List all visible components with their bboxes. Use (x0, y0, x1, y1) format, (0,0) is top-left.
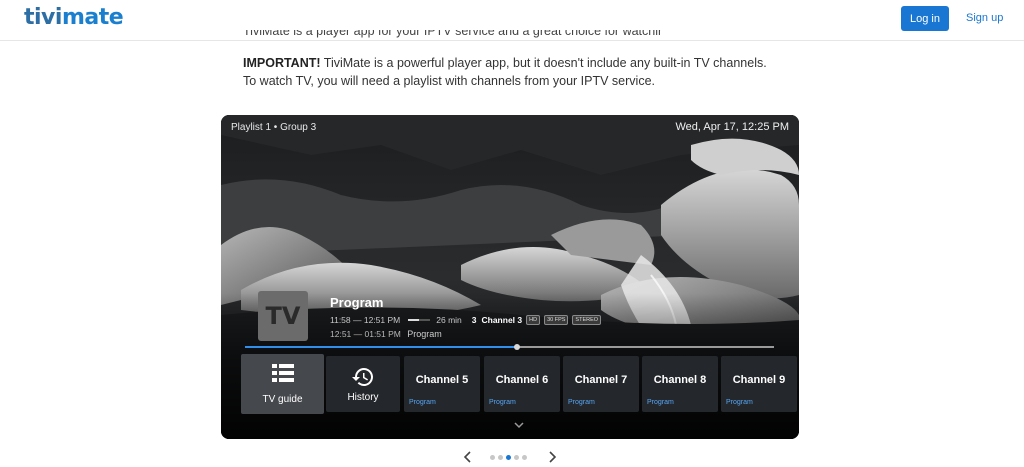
chevron-left-icon[interactable] (461, 450, 475, 464)
cropped-intro-line: TiviMate is a player app for your IPTV s… (243, 30, 663, 40)
program-progress-bar (408, 319, 431, 321)
fps-badge: 30 FPS (544, 315, 569, 325)
important-text: TiviMate is a powerful player app, but i… (243, 56, 767, 88)
hd-badge: HD (526, 315, 541, 325)
channel-tile-title: Channel 7 (574, 374, 628, 386)
channel-tile-7[interactable]: Channel 7 Program (563, 356, 639, 412)
history-button[interactable]: History (326, 356, 400, 412)
app-screenshot: Playlist 1 • Group 3 Wed, Apr 17, 12:25 … (221, 115, 799, 439)
channel-tile-8[interactable]: Channel 8 Program (642, 356, 718, 412)
carousel-dot-1[interactable] (490, 455, 495, 460)
tivimate-logo[interactable]: tivimate (24, 5, 124, 30)
history-label: History (347, 392, 379, 403)
current-time-range: 11:58 — 12:51 PM (330, 315, 401, 325)
seek-bar-fill (245, 346, 518, 348)
cropped-intro-text: TiviMate is a player app for your IPTV s… (243, 30, 663, 38)
next-program-title: Program (407, 329, 442, 339)
carousel-dot-3[interactable] (506, 455, 511, 460)
channel-name: Channel 3 (481, 315, 523, 325)
channel-logo: TV (258, 291, 308, 341)
channel-tile-title: Channel 6 (495, 374, 549, 386)
channel-tile-program: Program (726, 399, 753, 406)
chevron-right-icon[interactable] (545, 450, 559, 464)
logo-part-tivi: tivi (24, 5, 62, 30)
channel-tile-5[interactable]: Channel 5 Program (404, 356, 480, 412)
carousel-dot-4[interactable] (514, 455, 519, 460)
channel-tile-program: Program (489, 399, 516, 406)
breadcrumb: Playlist 1 • Group 3 (231, 122, 317, 133)
time-remaining: 26 min (436, 315, 462, 325)
channel-logo-text: TV (265, 302, 301, 330)
channel-tile-program: Program (647, 399, 674, 406)
important-notice: IMPORTANT! TiviMate is a powerful player… (243, 54, 783, 90)
next-program-info: 12:51 — 01:51 PM Program (330, 329, 442, 339)
current-program-info: 11:58 — 12:51 PM 26 min 3 Channel 3 HD 3… (330, 315, 602, 325)
channel-number: 3 (471, 315, 477, 325)
channel-tile-6[interactable]: Channel 6 Program (484, 356, 560, 412)
channel-tile-9[interactable]: Channel 9 Program (721, 356, 797, 412)
important-label: IMPORTANT! (243, 56, 321, 70)
carousel-dots (490, 455, 527, 460)
carousel-dot-5[interactable] (522, 455, 527, 460)
channel-tile-program: Program (568, 399, 595, 406)
channel-tile-program: Program (409, 399, 436, 406)
logo-part-mate: mate (61, 5, 124, 30)
channel-tile-title: Channel 9 (732, 374, 786, 386)
program-progress-fill (408, 319, 420, 321)
stereo-badge: STEREO (572, 315, 602, 325)
tv-guide-button[interactable]: TV guide (241, 354, 324, 414)
next-time-range: 12:51 — 01:51 PM (330, 329, 401, 339)
carousel-dot-2[interactable] (498, 455, 503, 460)
chevron-down-icon[interactable] (514, 421, 524, 429)
history-icon (326, 365, 400, 387)
program-title: Program (330, 295, 384, 310)
player-overlay: Playlist 1 • Group 3 Wed, Apr 17, 12:25 … (221, 115, 799, 439)
tv-guide-label: TV guide (262, 394, 303, 405)
signup-link[interactable]: Sign up (960, 6, 1009, 31)
channel-tile-title: Channel 5 (415, 374, 469, 386)
seek-bar-handle[interactable] (514, 344, 521, 350)
date-time: Wed, Apr 17, 12:25 PM (675, 121, 789, 133)
login-button[interactable]: Log in (901, 6, 949, 31)
list-icon (241, 363, 324, 385)
seek-bar[interactable] (245, 344, 774, 350)
channel-tile-title: Channel 8 (653, 374, 707, 386)
